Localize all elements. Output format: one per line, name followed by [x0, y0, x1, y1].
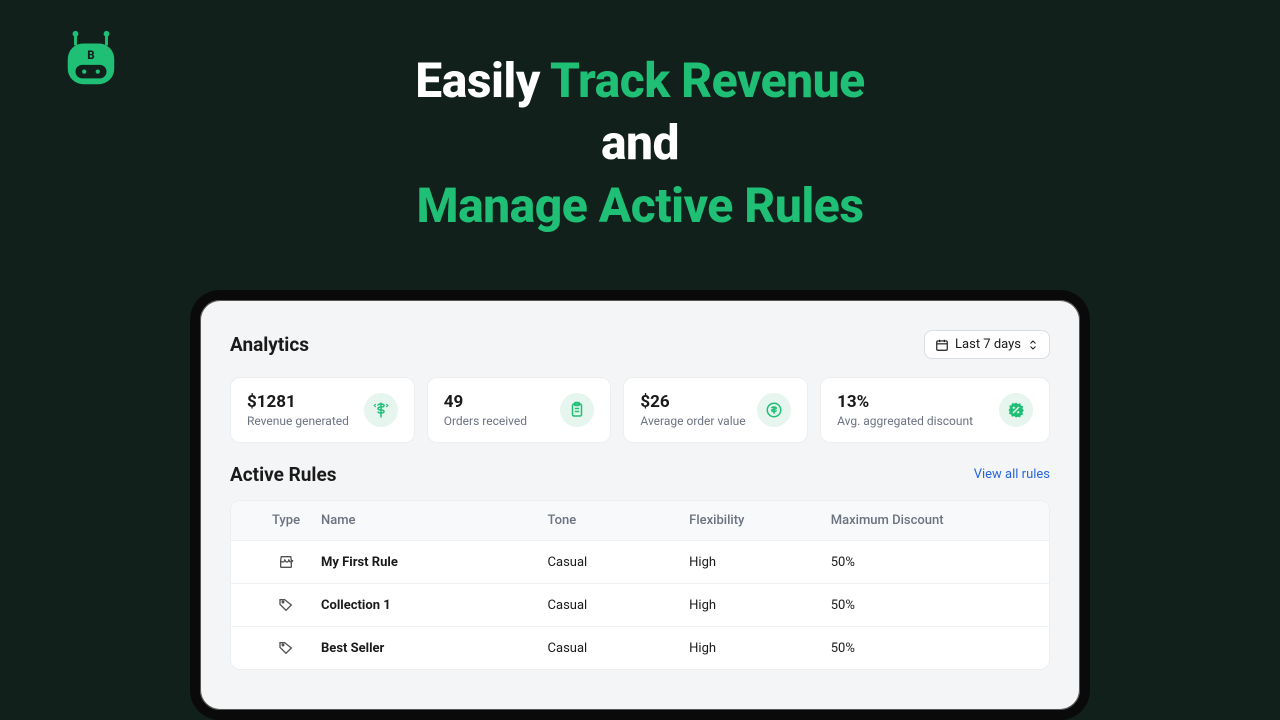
tablet-frame: Analytics Last 7 days $1281 Revenue gene…	[190, 290, 1090, 720]
col-tone: Tone	[548, 513, 690, 528]
stat-value: $1281	[247, 392, 349, 412]
headline-part2: Track Revenue	[550, 52, 865, 109]
table-row[interactable]: Best Seller Casual High 50%	[231, 626, 1049, 669]
chevron-updown-icon	[1027, 339, 1039, 351]
stat-value: 49	[444, 392, 527, 412]
calendar-icon	[935, 338, 949, 352]
rule-max-discount: 50%	[831, 555, 1029, 570]
robot-icon: B	[60, 28, 122, 90]
dollar-circle-icon	[757, 393, 791, 427]
headline-part3: and	[0, 112, 1280, 174]
store-icon	[277, 553, 295, 571]
rules-table: Type Name Tone Flexibility Maximum Disco…	[230, 500, 1050, 670]
rule-tone: Casual	[548, 641, 690, 656]
headline-part1: Easily	[415, 52, 550, 109]
stat-label: Average order value	[640, 414, 745, 428]
tag-icon	[277, 639, 295, 657]
col-flexibility: Flexibility	[689, 513, 831, 528]
date-range-label: Last 7 days	[955, 337, 1021, 352]
rule-max-discount: 50%	[831, 598, 1029, 613]
stat-label: Avg. aggregated discount	[837, 414, 973, 428]
active-rules-title: Active Rules	[230, 463, 336, 486]
svg-text:B: B	[87, 48, 94, 62]
percent-badge-icon	[999, 393, 1033, 427]
tag-icon	[277, 596, 295, 614]
hero-headline: Easily Track Revenue and Manage Active R…	[0, 0, 1280, 237]
stats-row: $1281 Revenue generated 49 Orders receiv…	[230, 377, 1050, 443]
col-name: Name	[321, 513, 548, 528]
headline-part4: Manage Active Rules	[0, 175, 1280, 237]
rule-name: Collection 1	[321, 598, 548, 613]
date-range-picker[interactable]: Last 7 days	[924, 330, 1050, 359]
rule-flexibility: High	[689, 555, 831, 570]
money-up-icon	[364, 393, 398, 427]
stat-label: Orders received	[444, 414, 527, 428]
stat-value: 13%	[837, 392, 973, 412]
table-header-row: Type Name Tone Flexibility Maximum Disco…	[231, 501, 1049, 540]
col-type: Type	[251, 513, 321, 528]
rule-flexibility: High	[689, 641, 831, 656]
rule-name: Best Seller	[321, 641, 548, 656]
clipboard-icon	[560, 393, 594, 427]
rule-tone: Casual	[548, 598, 690, 613]
stat-card-aov: $26 Average order value	[623, 377, 808, 443]
table-row[interactable]: My First Rule Casual High 50%	[231, 540, 1049, 583]
rule-flexibility: High	[689, 598, 831, 613]
rule-tone: Casual	[548, 555, 690, 570]
stat-value: $26	[640, 392, 745, 412]
stat-card-revenue: $1281 Revenue generated	[230, 377, 415, 443]
stat-card-orders: 49 Orders received	[427, 377, 612, 443]
col-max-discount: Maximum Discount	[831, 513, 1029, 528]
view-all-rules-link[interactable]: View all rules	[974, 467, 1050, 482]
rule-max-discount: 50%	[831, 641, 1029, 656]
analytics-title: Analytics	[230, 333, 309, 356]
stat-card-discount: 13% Avg. aggregated discount	[820, 377, 1050, 443]
table-row[interactable]: Collection 1 Casual High 50%	[231, 583, 1049, 626]
stat-label: Revenue generated	[247, 414, 349, 428]
rule-name: My First Rule	[321, 555, 548, 570]
brand-logo: B	[60, 28, 122, 94]
